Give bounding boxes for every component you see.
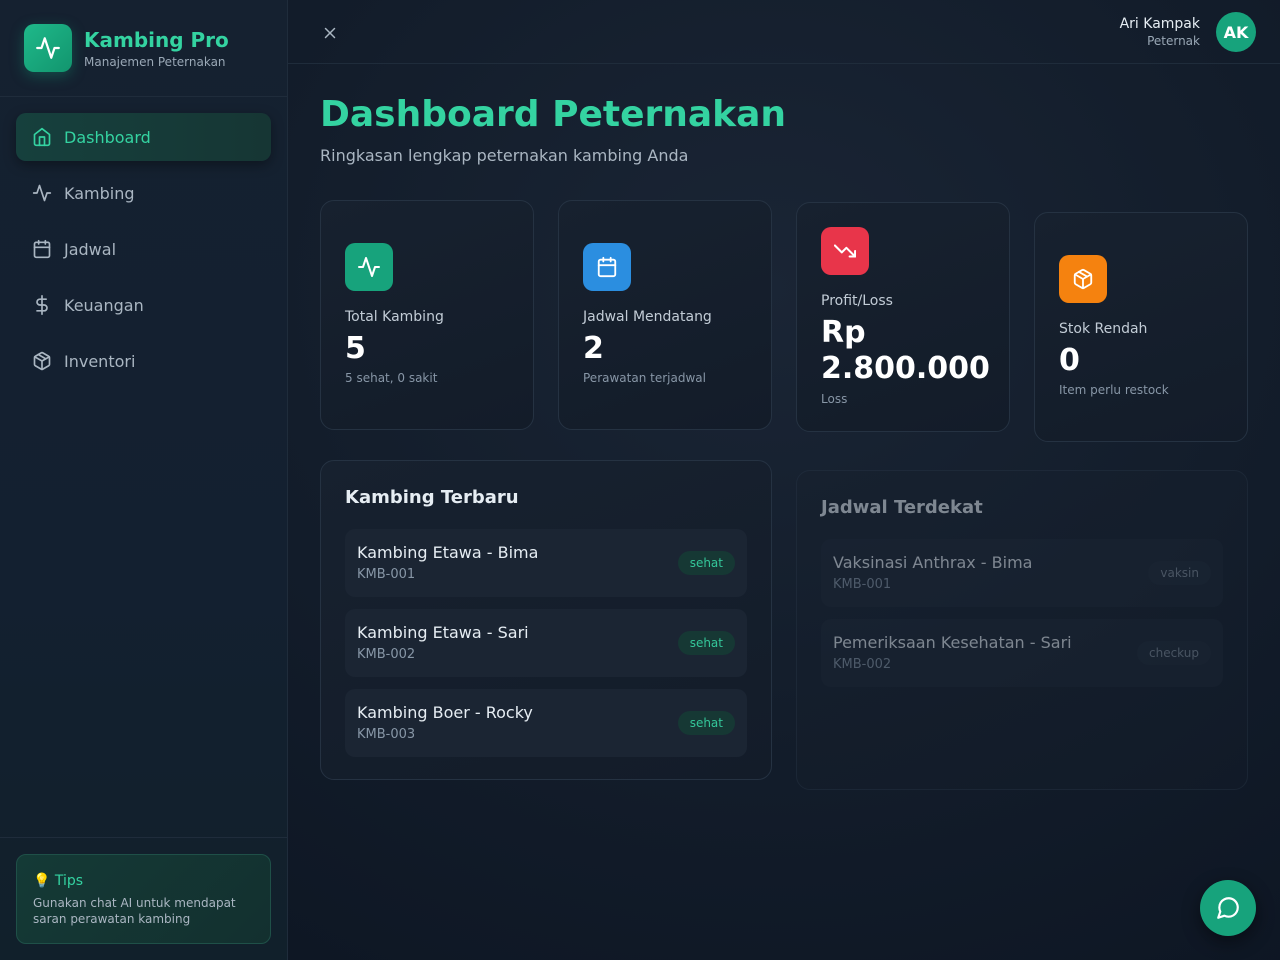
package-icon (33, 351, 51, 371)
stat-value-line1: Rp (821, 315, 866, 350)
list-item[interactable]: Pemeriksaan Kesehatan - Sari KMB-002 che… (821, 619, 1223, 687)
sidebar-item-keuangan[interactable]: Keuangan (16, 281, 271, 329)
stat-label: Profit/Loss (821, 293, 893, 309)
goat-code: KMB-002 (357, 647, 416, 662)
brand-title: Kambing Pro (84, 27, 229, 52)
list-item[interactable]: Kambing Boer - Rocky KMB-003 sehat (345, 689, 747, 757)
schedule-tag: vaksin (1148, 561, 1211, 585)
dollar-icon (36, 295, 48, 315)
page-subtitle: Ringkasan lengkap peternakan kambing And… (320, 146, 689, 165)
goat-code: KMB-003 (357, 727, 416, 742)
schedule-name: Pemeriksaan Kesehatan - Sari (833, 633, 1072, 652)
stat-card-stok-rendah: Stok Rendah 0 Item perlu restock (1034, 212, 1248, 442)
panel-title: Kambing Terbaru (345, 487, 519, 508)
stat-label: Jadwal Mendatang (583, 309, 712, 325)
activity-icon (36, 37, 60, 59)
activity-icon (358, 257, 380, 277)
tips-body: Gunakan chat AI untuk mendapat saran per… (33, 896, 236, 926)
list-item[interactable]: Kambing Etawa - Sari KMB-002 sehat (345, 609, 747, 677)
stat-icon (345, 243, 393, 291)
schedule-code: KMB-002 (833, 657, 892, 672)
sidebar-item-label: Kambing (64, 183, 135, 203)
status-badge: sehat (677, 551, 735, 575)
chat-icon (1217, 897, 1239, 919)
close-button[interactable] (318, 22, 342, 44)
brand-subtitle: Manajemen Peternakan (84, 54, 226, 69)
stat-icon (1059, 255, 1107, 303)
trending-down-icon (834, 244, 856, 258)
app: Kambing Pro Manajemen Peternakan Dashboa… (0, 0, 1280, 960)
chat-button[interactable] (1200, 880, 1256, 936)
tips-card: 💡 Tips Gunakan chat AI untuk mendapat sa… (16, 854, 271, 944)
stat-icon (821, 227, 869, 275)
goat-name: Kambing Etawa - Sari (357, 623, 529, 642)
stat-note: Item perlu restock (1059, 383, 1169, 397)
stat-label: Stok Rendah (1059, 321, 1148, 337)
stat-label: Total Kambing (345, 309, 444, 325)
home-icon (33, 127, 51, 147)
goat-name: Kambing Etawa - Bima (357, 543, 539, 562)
user-menu[interactable]: Ari Kampak Peternak AK (1120, 12, 1256, 52)
sidebar-item-label: Dashboard (64, 127, 151, 147)
goat-code: KMB-001 (357, 567, 416, 582)
schedule-name: Vaksinasi Anthrax - Bima (833, 553, 1033, 572)
activity-icon (32, 184, 52, 202)
user-name: Ari Kampak (1119, 16, 1200, 32)
sidebar-item-inventori[interactable]: Inventori (16, 337, 271, 385)
stat-value-line2: 2.800.000 (821, 351, 990, 386)
upcoming-schedule-panel: Jadwal Terdekat Vaksinasi Anthrax - Bima… (796, 470, 1248, 790)
stat-value: 2 (583, 331, 604, 366)
package-icon (1073, 268, 1093, 290)
sidebar-item-dashboard[interactable]: Dashboard (16, 113, 271, 161)
status-badge: sehat (677, 711, 735, 735)
stat-note: 5 sehat, 0 sakit (345, 371, 438, 385)
sidebar-item-label: Jadwal (64, 239, 117, 259)
sidebar-item-kambing[interactable]: Kambing (16, 169, 271, 217)
status-badge: sehat (677, 631, 735, 655)
sidebar-divider (0, 837, 287, 838)
brand: Kambing Pro Manajemen Peternakan (0, 0, 287, 97)
calendar-icon (33, 239, 51, 259)
goat-name: Kambing Boer - Rocky (357, 703, 533, 722)
stat-card-jadwal-mendatang: Jadwal Mendatang 2 Perawatan terjadwal (558, 200, 772, 430)
avatar[interactable]: AK (1216, 12, 1256, 52)
schedule-tag: checkup (1137, 641, 1211, 665)
sidebar-item-jadwal[interactable]: Jadwal (16, 225, 271, 273)
list-item[interactable]: Kambing Etawa - Bima KMB-001 sehat (345, 529, 747, 597)
stat-note: Loss (821, 392, 848, 406)
calendar-icon (597, 256, 617, 278)
latest-goats-panel: Kambing Terbaru Kambing Etawa - Bima KMB… (320, 460, 772, 780)
sidebar: Kambing Pro Manajemen Peternakan Dashboa… (0, 0, 288, 960)
close-icon (324, 27, 336, 39)
main-content: Ari Kampak Peternak AK Dashboard Peterna… (288, 0, 1280, 960)
panel-title: Jadwal Terdekat (821, 497, 983, 518)
stat-value: 5 (345, 331, 366, 366)
list-item[interactable]: Vaksinasi Anthrax - Bima KMB-001 vaksin (821, 539, 1223, 607)
stat-card-profit-loss: Profit/Loss Rp 2.800.000 Loss (796, 202, 1010, 432)
topbar: Ari Kampak Peternak AK (288, 0, 1280, 64)
sidebar-nav: Dashboard Kambing Jadwal Keuangan Invent… (0, 97, 287, 385)
stat-note: Perawatan terjadwal (583, 371, 706, 385)
schedule-code: KMB-001 (833, 577, 892, 592)
user-role: Peternak (1147, 34, 1200, 48)
sidebar-item-label: Keuangan (64, 295, 144, 315)
tips-title: 💡 Tips (33, 873, 84, 889)
stat-card-total-kambing: Total Kambing 5 5 sehat, 0 sakit (320, 200, 534, 430)
stat-icon (583, 243, 631, 291)
page-title: Dashboard Peternakan (320, 94, 787, 135)
sidebar-item-label: Inventori (64, 351, 136, 371)
stat-value: 0 (1059, 343, 1080, 378)
brand-logo (24, 24, 72, 72)
